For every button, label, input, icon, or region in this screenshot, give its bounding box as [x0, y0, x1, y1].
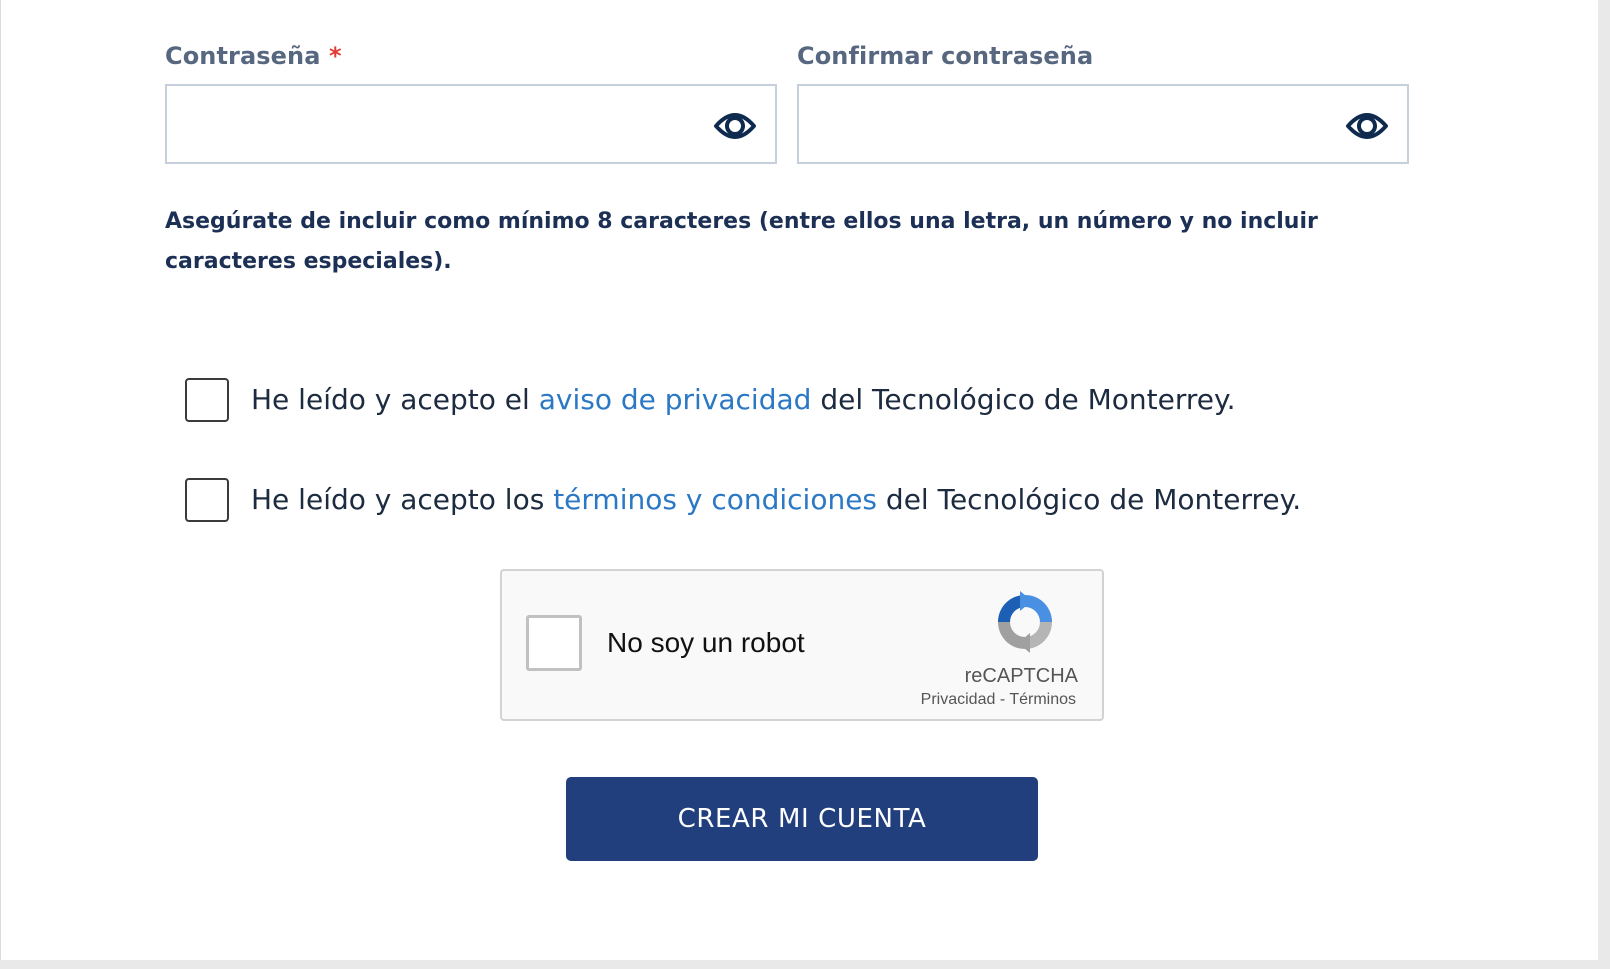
create-account-button[interactable]: CREAR MI CUENTA [566, 777, 1038, 861]
password-label: Contraseña * [165, 42, 342, 70]
recaptcha-brand: reCAPTCHA [964, 665, 1078, 687]
recaptcha-links: Privacidad - Términos [921, 691, 1076, 709]
terms-suffix: del Tecnológico de Monterrey. [877, 483, 1302, 516]
password-hint: Asegúrate de incluir como mínimo 8 carac… [165, 209, 1318, 274]
eye-icon[interactable] [1345, 106, 1389, 146]
eye-icon[interactable] [713, 106, 757, 146]
privacy-prefix: He leído y acepto el [251, 383, 539, 416]
required-mark: * [329, 42, 342, 70]
privacy-consent-text: He leído y acepto el aviso de privacidad… [251, 378, 1236, 422]
recaptcha-privacy-link[interactable]: Privacidad [921, 691, 996, 708]
privacy-notice-link[interactable]: aviso de privacidad [539, 383, 812, 416]
recaptcha-separator: - [995, 691, 1010, 708]
privacy-checkbox[interactable] [185, 378, 229, 422]
registration-card: Contraseña * Confirmar contraseña Asegúr… [0, 0, 1598, 960]
privacy-suffix: del Tecnológico de Monterrey. [811, 383, 1236, 416]
recaptcha-checkbox[interactable] [526, 615, 582, 671]
confirm-password-label: Confirmar contraseña [797, 42, 1094, 70]
terms-conditions-link[interactable]: términos y condiciones [553, 483, 877, 516]
password-input[interactable] [165, 84, 777, 164]
terms-checkbox[interactable] [185, 478, 229, 522]
terms-consent-text: He leído y acepto los términos y condici… [251, 478, 1301, 522]
recaptcha-widget: No soy un robot reCAPTCHA Privacidad - T… [500, 569, 1104, 721]
password-label-text: Contraseña [165, 42, 321, 70]
recaptcha-terms-link[interactable]: Términos [1009, 691, 1076, 708]
recaptcha-label: No soy un robot [607, 627, 805, 658]
recaptcha-logo-icon [998, 591, 1052, 653]
confirm-password-input[interactable] [797, 84, 1409, 164]
terms-prefix: He leído y acepto los [251, 483, 554, 516]
